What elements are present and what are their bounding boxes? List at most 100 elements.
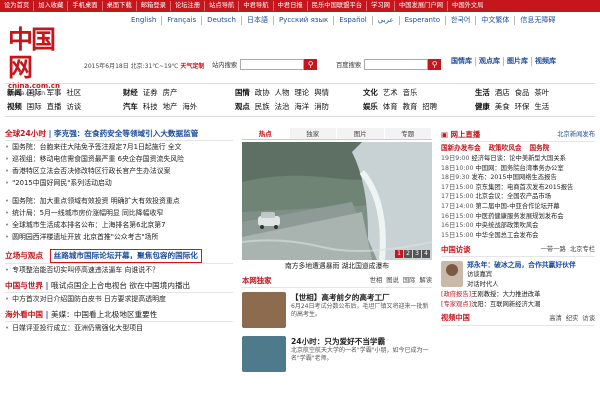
live-category-link[interactable]: 国新办发布会 [441,142,481,154]
headline-photo[interactable]: 1234 [242,142,432,260]
channel-link[interactable]: 海外 [182,100,197,114]
exclusive-title[interactable]: 本网独家 [242,275,272,287]
news-item[interactable]: 全球城市生活成本排名公布：上海排名第6北京第7 [5,219,233,231]
section-24h-title[interactable]: 全球24小时 [5,129,46,138]
language-link[interactable]: English [126,16,163,25]
interview-title[interactable]: 中国访谈 [441,243,471,256]
channel-link[interactable]: 证券 [143,86,158,100]
news-item[interactable]: 香港特区立法会否决修改特区行政长官产生办法议案 [5,165,233,177]
pager-dot[interactable]: 4 [422,250,430,258]
channel-link[interactable]: 访谈 [66,100,81,114]
feature-item[interactable]: 24小时：只为爱好不当学霸 北京航空航天大学的一名"学霸"小朋，如今已成为一名"学… [242,336,432,376]
channel-link[interactable]: 酒店 [495,86,510,100]
section-overseas-headline[interactable]: 美媒：中国看上北极地区重要性 [51,310,157,319]
channel-link[interactable]: 生活 [534,100,549,114]
channel-link[interactable]: 地产 [163,100,178,114]
interview-row-1[interactable]: 访谈嘉宾 [467,270,576,280]
interview-headline[interactable]: 郑永年：破冰之局，合作共赢好伙伴 [467,261,576,270]
interview-link[interactable]: 北京专栏 [570,246,595,253]
video-tag[interactable]: 高清 [549,315,562,322]
channel-link[interactable]: 国际 [27,86,42,100]
top-nav-link[interactable]: 邮箱登录 [137,1,171,11]
channel-link[interactable]: 观点 [235,100,250,114]
top-nav-link[interactable]: 中君导航 [239,1,274,11]
library-link[interactable]: 观点库 [476,57,504,66]
channel-link[interactable]: 政协 [255,86,270,100]
channel-link[interactable]: 艺术 [383,86,398,100]
top-nav-link[interactable]: 学习网 [367,1,395,11]
site-search-button[interactable]: ⚲ [304,58,318,70]
live-item[interactable]: 16日15:00 中央统战部政策吹风会 [441,221,595,231]
news-item[interactable]: 日媒评亚投行成立：亚洲仍需强化大型项目 [5,322,233,334]
opinion-item[interactable]: [专家观点]沈阳：互联网新经济大潮 [441,300,595,310]
channel-link[interactable]: 社区 [66,86,81,100]
top-nav-link[interactable]: 论坛注册 [171,1,206,11]
channel-link[interactable]: 美食 [495,100,510,114]
channel-link[interactable]: 理论 [294,86,309,100]
section-world-title[interactable]: 中国与世界 [5,281,43,290]
news-item[interactable]: 国务院：台胞来往大陆免予签注规定7月1日起施行 全文 [5,141,233,153]
news-item[interactable]: 圆明园西洋楼遗址开放 北京首推"公众考古"场所 [5,231,233,243]
feature-tab[interactable]: 图片 [337,128,385,139]
pager-dot[interactable]: 1 [395,250,403,258]
news-item[interactable]: 统计局：5月一线城市房价涨幅明显 同比降幅收窄 [5,207,233,219]
language-link[interactable]: Deutsch [202,16,242,25]
channel-link[interactable]: 房产 [163,86,178,100]
live-item[interactable]: 16日15:00 中医药健康服务发展规划发布会 [441,212,595,222]
opinion-item[interactable]: [政府报告]王刚教授：大力推进改革 [441,290,595,300]
channel-link[interactable]: 人物 [275,86,290,100]
language-link[interactable]: Esperanto [400,16,447,25]
live-item[interactable]: 19日9:00 经济每日谈：论中美新型大国关系 [441,154,595,164]
channel-link[interactable]: 消防 [314,100,329,114]
weather-custom-link[interactable]: 天气定制 [180,63,204,70]
interview-card[interactable]: 郑永年：破冰之局，合作共赢好伙伴 访谈嘉宾 对话时代人 [441,261,595,290]
highlighted-headline[interactable]: 丝路城市国际论坛开幕，聚焦包容的国际化 [49,249,202,263]
top-nav-link[interactable]: 设为首页 [0,1,35,11]
top-nav-link[interactable]: 站点导航 [205,1,240,11]
pager-dot[interactable]: 2 [404,250,412,258]
exclusive-tag[interactable]: 国际 [403,277,416,284]
live-more-link[interactable]: 北京新闻发布 [557,128,595,141]
channel-link[interactable]: 直播 [47,100,62,114]
channel-link[interactable]: 法治 [275,100,290,114]
feature-tab[interactable]: 热点 [242,128,290,139]
interview-row-2[interactable]: 对话时代人 [467,280,576,290]
channel-link[interactable]: 茶叶 [534,86,549,100]
live-title[interactable]: ▣ 网上直播 [441,128,480,141]
channel-link[interactable]: 汽车 [123,100,138,114]
exclusive-tag[interactable]: 解读 [419,277,432,284]
language-link[interactable]: 日本語 [242,16,274,25]
channel-link[interactable]: 新闻 [7,86,22,100]
channel-link[interactable]: 科技 [143,100,158,114]
feature-item[interactable]: 【世相】高考前夕的高考工厂 6月24日考试分数公布后，毛坦厂镇又将迎来一批新的高考… [242,292,432,332]
news-item[interactable]: 专项整治能否切实叫停高速违法逼车 向谁说不？ [5,264,233,276]
section-overseas-title[interactable]: 海外看中国 [5,310,43,319]
channel-link[interactable]: 教育 [403,100,418,114]
channel-link[interactable]: 国情 [235,86,250,100]
channel-link[interactable]: 民族 [255,100,270,114]
channel-link[interactable]: 音乐 [403,86,418,100]
channel-link[interactable]: 健康 [475,100,490,114]
language-link[interactable]: Español [334,16,373,25]
live-item[interactable]: 17日15:00 京东集团：电商首次发布2015报告 [441,183,595,193]
exclusive-tag[interactable]: 图说 [386,277,399,284]
live-item[interactable]: 18日9:30 发布：2015中国网络生态报告 [441,173,595,183]
channel-link[interactable]: 文化 [363,86,378,100]
photo-caption[interactable]: 南方多地遭遇暴雨 湖北国道成瀑布 [242,260,432,272]
feature-tab[interactable]: 专题 [384,128,432,139]
video-title[interactable]: 视频中国 [441,312,470,325]
pager-dot[interactable]: 3 [413,250,421,258]
live-category-link[interactable]: 国务院 [530,142,550,154]
live-item[interactable]: 17日14:00 第二届中国-中亚合作论坛开幕 [441,202,595,212]
news-item[interactable]: "2015中国好网民"系列活动启动 [5,177,233,189]
video-tag[interactable]: 纪实 [566,315,579,322]
channel-link[interactable]: 招聘 [422,100,437,114]
live-item[interactable]: 17日15:00 北京会议：全国农产品市场 [441,192,595,202]
feature-title[interactable]: 【世相】高考前夕的高考工厂 [291,292,432,303]
news-item[interactable]: 中方首次对日介绍国防白皮书 日方要求提高透明度 [5,293,233,305]
top-nav-link[interactable]: 加入收藏 [34,1,69,11]
channel-link[interactable]: 财经 [123,86,138,100]
channel-link[interactable]: 环保 [515,100,530,114]
site-logo[interactable]: 中国网 china.com.cn china.org.cn [8,26,70,98]
top-nav-link[interactable]: 桌面下载 [103,1,137,11]
